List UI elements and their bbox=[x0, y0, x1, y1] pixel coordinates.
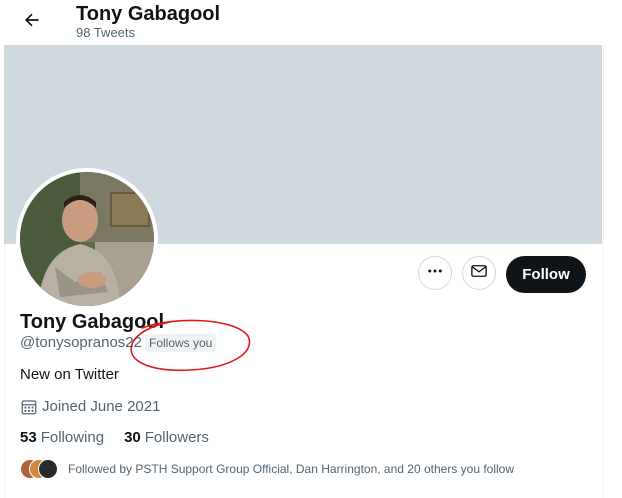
page-title: Tony Gabagool bbox=[76, 3, 221, 25]
display-name: Tony Gabagool bbox=[20, 311, 165, 333]
followers-count: 30 bbox=[124, 429, 141, 446]
top-bar: Tony Gabagool 98 Tweets bbox=[0, 0, 622, 45]
following-count: 53 bbox=[20, 429, 37, 446]
followed-by-link[interactable]: Followed by PSTH Support Group Official,… bbox=[20, 459, 514, 479]
avatar[interactable] bbox=[20, 172, 154, 306]
user-handle: @tonysopranos22 bbox=[20, 334, 142, 351]
follows-you-badge: Follows you bbox=[145, 334, 217, 352]
bio: New on Twitter bbox=[20, 366, 119, 383]
follow-button[interactable]: Follow bbox=[506, 256, 586, 293]
following-link[interactable]: 53 Following bbox=[20, 429, 104, 447]
tweet-count: 98 Tweets bbox=[76, 25, 136, 40]
follower-avatars bbox=[20, 459, 60, 479]
more-options-button[interactable] bbox=[418, 256, 452, 290]
followers-link[interactable]: 30 Followers bbox=[124, 429, 209, 447]
back-arrow-icon[interactable] bbox=[20, 8, 44, 32]
following-label: Following bbox=[40, 429, 105, 446]
envelope-icon bbox=[470, 262, 488, 285]
message-button[interactable] bbox=[462, 256, 496, 290]
follower-avatar bbox=[38, 459, 58, 479]
joined-date: Joined June 2021 bbox=[20, 398, 160, 416]
followers-label: Followers bbox=[144, 429, 209, 446]
follow-stats: 53 Following 30 Followers bbox=[20, 429, 229, 447]
joined-text: Joined June 2021 bbox=[42, 398, 161, 415]
more-horizontal-icon bbox=[426, 262, 444, 285]
followed-by-text: Followed by PSTH Support Group Official,… bbox=[68, 462, 515, 476]
calendar-icon bbox=[20, 398, 38, 416]
